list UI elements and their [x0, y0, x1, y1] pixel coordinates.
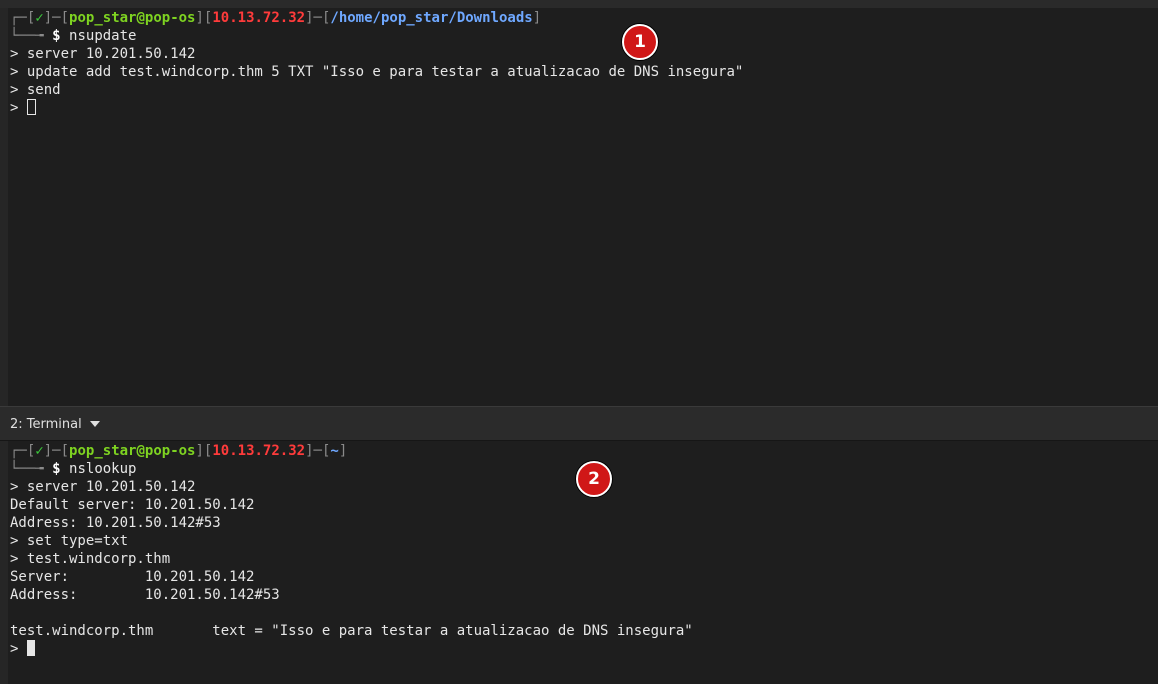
output-line: > test.windcorp.thm: [10, 551, 171, 567]
terminal-pane-1[interactable]: ┌─[✓]─[pop_star@pop-os][10.13.72.32]─[/h…: [0, 8, 1158, 406]
output-line: Server: 10.201.50.142: [10, 569, 255, 585]
annotation-marker-1: 1: [622, 24, 658, 60]
output-line: > update add test.windcorp.thm 5 TXT "Is…: [10, 64, 744, 80]
dollar-sign: $: [52, 461, 61, 477]
prompt-bracket: [: [60, 10, 70, 26]
text-cursor: [26, 640, 35, 656]
prompt-dash: ─: [313, 10, 322, 26]
pane-left-gutter: [0, 8, 8, 406]
prompt-bracket: ]: [305, 443, 314, 459]
prompt-ip: 10.13.72.32: [212, 443, 306, 459]
prompt-bracket: ]: [43, 443, 53, 459]
tab-terminal-2[interactable]: 2: Terminal: [10, 407, 100, 441]
output-line: Address: 10.201.50.142#53: [10, 587, 280, 603]
prompt-dash: ─: [313, 443, 322, 459]
prompt-cwd: /home/pop_star/Downloads: [330, 10, 533, 26]
output-line: > server 10.201.50.142: [10, 46, 196, 62]
prompt-bracket: ]: [338, 443, 348, 459]
prompt-corner: └──╼: [10, 461, 44, 477]
status-check-icon: ✓: [35, 443, 44, 459]
pane-left-gutter: [0, 441, 8, 684]
output-line: Default server: 10.201.50.142: [10, 497, 255, 513]
prompt-cwd: ~: [330, 443, 339, 459]
prompt-ip: 10.13.72.32: [212, 10, 306, 26]
input-line[interactable]: >: [10, 99, 1158, 117]
output-line: Address: 10.201.50.142#53: [10, 515, 221, 531]
prompt-bracket: ]: [195, 10, 204, 26]
terminal-tab-bar: 2: Terminal: [0, 406, 1158, 441]
annotation-marker-2: 2: [576, 461, 612, 497]
prompt-bracket: ]: [532, 10, 542, 26]
text-cursor: [26, 99, 36, 115]
prompt-dash: ─: [52, 10, 61, 26]
output-line: > set type=txt: [10, 533, 129, 549]
prompt-dash: ─: [52, 443, 61, 459]
command-text: nslookup: [69, 461, 137, 477]
command-text: nsupdate: [69, 28, 137, 44]
prompt-corner: └──╼: [10, 28, 44, 44]
prompt-user-host: pop_star@pop-os: [69, 10, 196, 26]
prompt-bracket: ]: [43, 10, 53, 26]
dollar-sign: $: [52, 28, 61, 44]
prompt-line: ┌─[✓]─[pop_star@pop-os][10.13.72.32]─[~]: [10, 442, 1158, 460]
window-top-strip: [0, 0, 1158, 8]
prompt-bracket: ]: [305, 10, 314, 26]
input-prompt: >: [10, 641, 27, 657]
output-line: > send: [10, 82, 61, 98]
prompt-bracket: ]: [195, 443, 204, 459]
command-line: └──╼ $ nsupdate: [10, 27, 1158, 45]
tab-label: 2: Terminal: [10, 416, 82, 432]
prompt-line: ┌─[✓]─[pop_star@pop-os][10.13.72.32]─[/h…: [10, 9, 1158, 27]
prompt-bracket: [: [60, 443, 70, 459]
prompt-corner: ┌─: [10, 443, 27, 459]
output-line: test.windcorp.thm text = "Isso e para te…: [10, 623, 693, 639]
input-line[interactable]: >: [10, 640, 1158, 658]
prompt-corner: ┌─: [10, 10, 27, 26]
input-prompt: >: [10, 100, 27, 116]
terminal-output-1: ┌─[✓]─[pop_star@pop-os][10.13.72.32]─[/h…: [10, 9, 1158, 117]
status-check-icon: ✓: [35, 10, 44, 26]
prompt-user-host: pop_star@pop-os: [69, 443, 196, 459]
chevron-down-icon[interactable]: [89, 421, 100, 427]
